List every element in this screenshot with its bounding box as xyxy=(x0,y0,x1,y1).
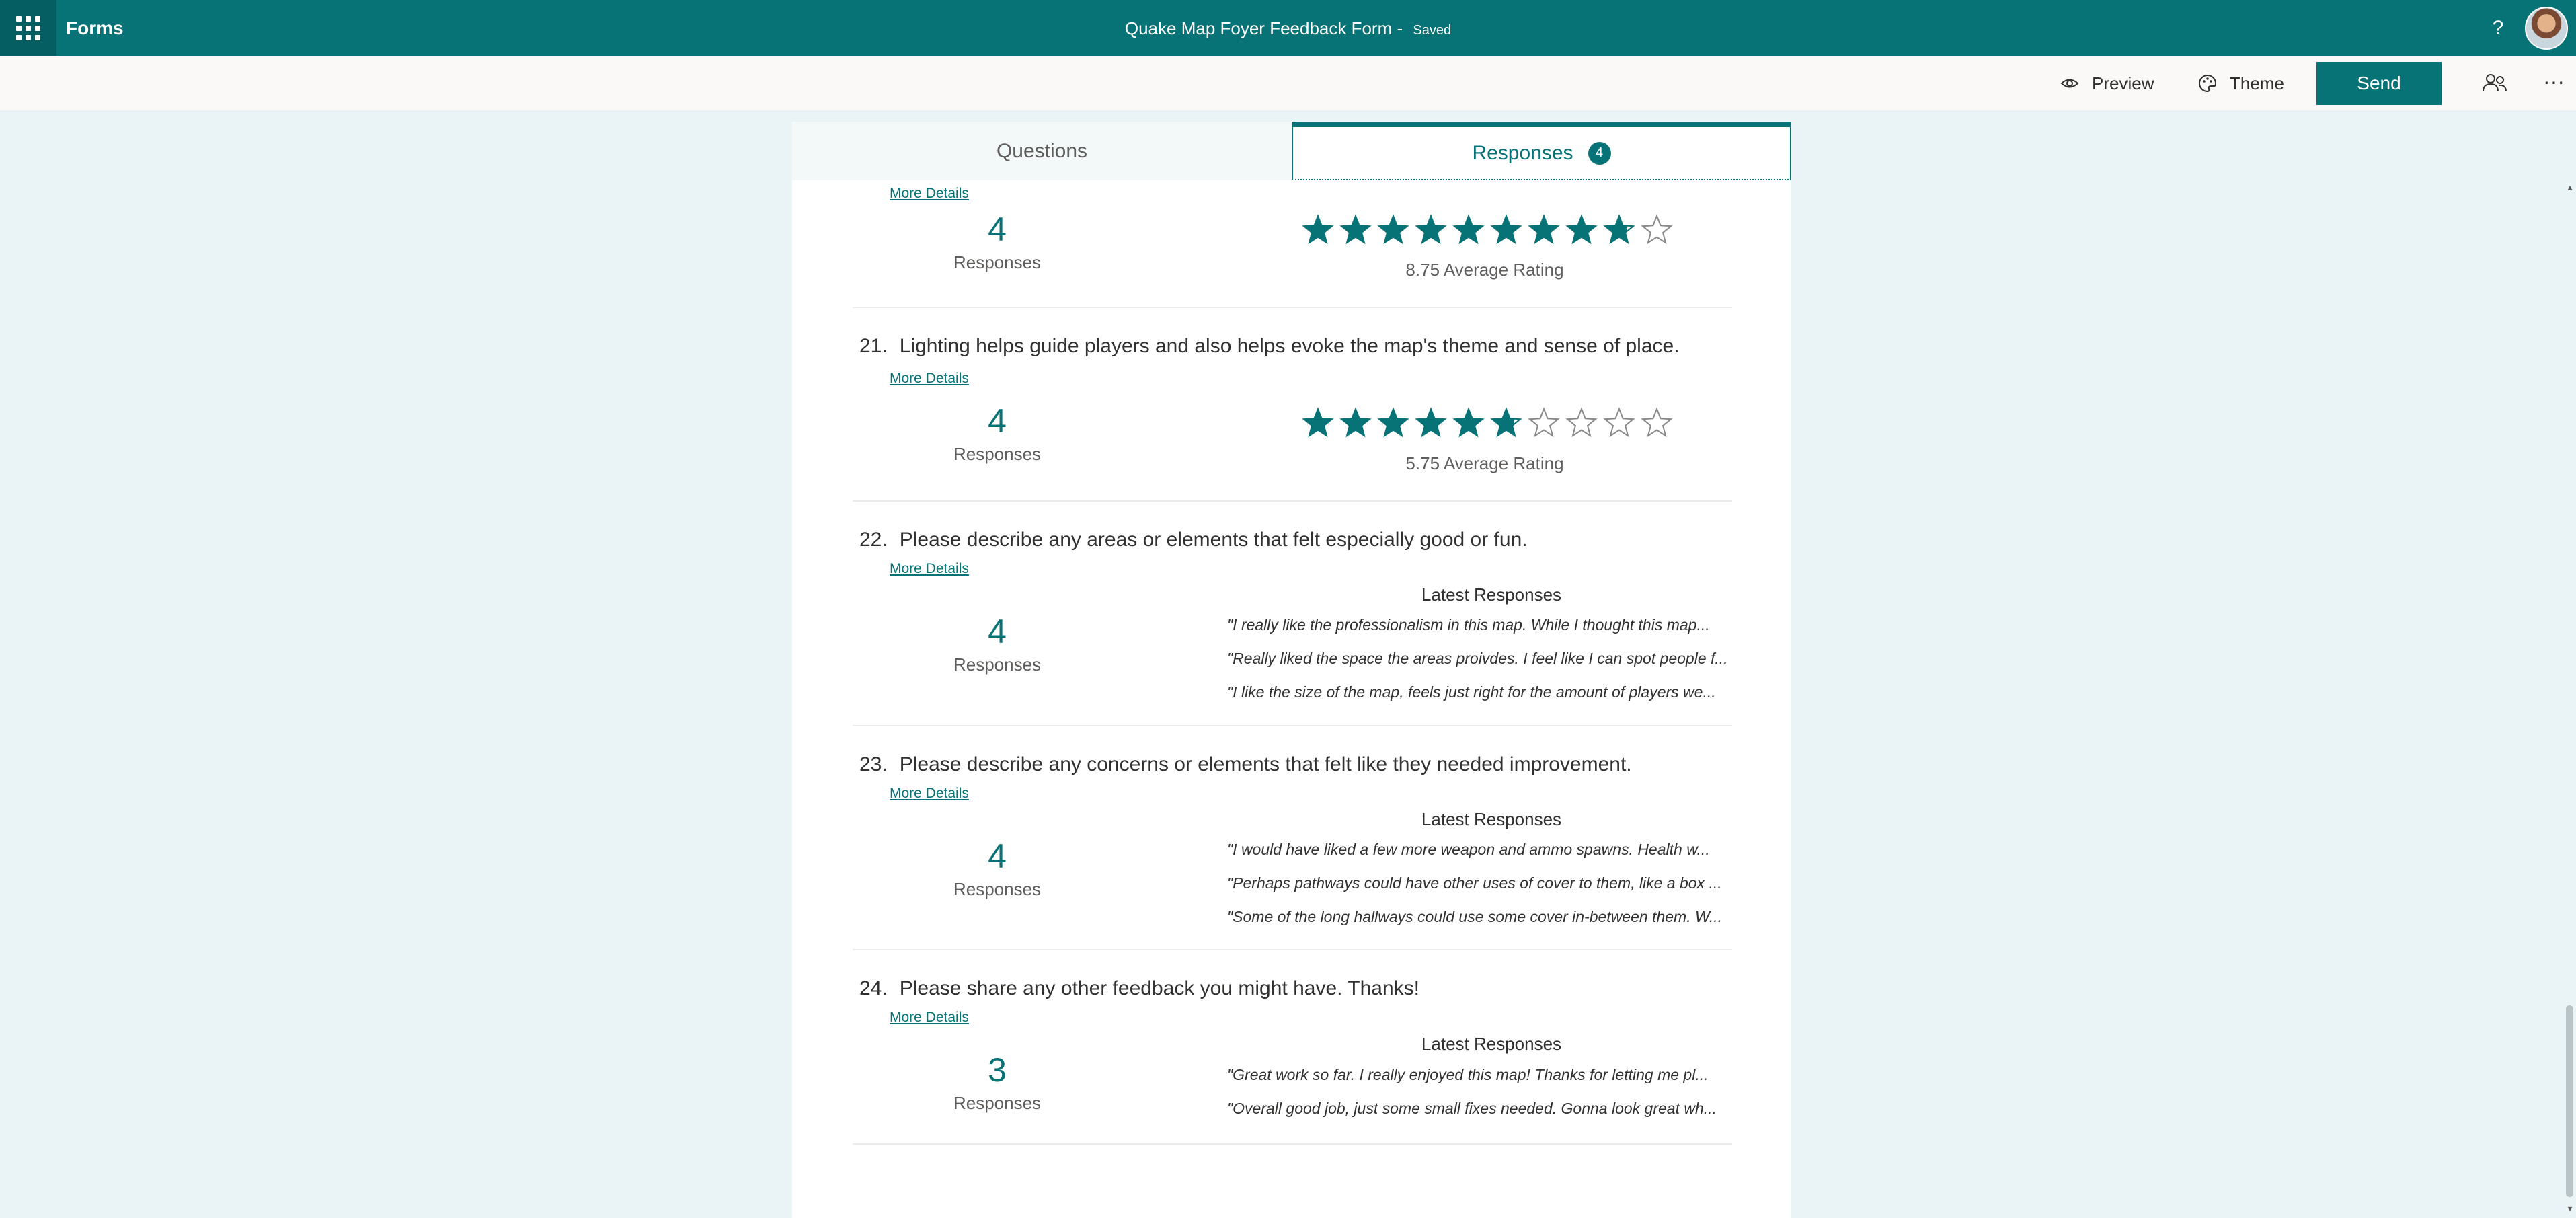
latest-response-item[interactable]: "I like the size of the map, feels just … xyxy=(1227,683,1738,701)
question-title: 21. Lighting helps guide players and also… xyxy=(859,335,1680,358)
latest-response-item[interactable]: "Some of the long hallways could use som… xyxy=(1227,908,1738,926)
question-block-21: 21. Lighting helps guide players and also… xyxy=(853,308,1732,502)
tab-responses[interactable]: Responses 4 xyxy=(1292,122,1791,180)
response-count-number: 4 xyxy=(988,613,1007,650)
more-details-link[interactable]: More Details xyxy=(890,1010,969,1026)
star-filled-icon xyxy=(1452,214,1485,245)
response-count: 4 Responses xyxy=(900,613,1095,675)
response-count-label: Responses xyxy=(953,1093,1042,1113)
response-count: 4 Responses xyxy=(900,837,1095,900)
theme-button[interactable]: Theme xyxy=(2197,56,2284,110)
latest-responses-header: Latest Responses xyxy=(1421,809,1562,829)
question-text: Please share any other feedback you migh… xyxy=(899,977,1419,999)
star-filled-icon xyxy=(1415,214,1447,245)
latest-responses-header: Latest Responses xyxy=(1421,584,1562,605)
latest-response-item[interactable]: "I would have liked a few more weapon an… xyxy=(1227,841,1738,859)
star-filled-icon xyxy=(1339,407,1372,438)
more-details-link[interactable]: More Details xyxy=(890,371,969,387)
latest-response-item[interactable]: "Great work so far. I really enjoyed thi… xyxy=(1227,1066,1738,1084)
star-filled-icon xyxy=(1377,214,1409,245)
question-number: 22. xyxy=(859,529,888,551)
question-number: 23. xyxy=(859,753,888,775)
response-count-number: 4 xyxy=(988,837,1007,875)
tab-questions[interactable]: Questions xyxy=(792,122,1292,180)
tab-bar: Questions Responses 4 xyxy=(792,122,1791,180)
tab-responses-label: Responses xyxy=(1472,141,1573,164)
question-text: Please describe any areas or elements th… xyxy=(899,529,1528,551)
more-options-icon[interactable]: ··· xyxy=(2543,71,2570,96)
question-title: 24. Please share any other feedback you m… xyxy=(859,977,1419,1000)
star-filled-icon xyxy=(1377,407,1409,438)
tab-questions-label: Questions xyxy=(996,139,1088,162)
form-title-text[interactable]: Quake Map Foyer Feedback Form xyxy=(1125,18,1392,38)
preview-label: Preview xyxy=(2092,73,2154,93)
question-title: 23. Please describe any concerns or eleme… xyxy=(859,753,1632,776)
star-half-icon xyxy=(1603,214,1635,245)
more-details-link[interactable]: More Details xyxy=(890,786,969,802)
form-title: Quake Map Foyer Feedback Form - Saved xyxy=(1124,18,1452,38)
question-block-22: 22. Please describe any areas or elements… xyxy=(853,502,1732,726)
star-filled-icon xyxy=(1339,214,1372,245)
scroll-down-icon[interactable]: ▾ xyxy=(2565,1203,2575,1213)
question-title: 22. Please describe any areas or elements… xyxy=(859,529,1528,551)
help-icon[interactable]: ? xyxy=(2485,15,2511,42)
star-filled-icon xyxy=(1302,214,1334,245)
collaborate-icon[interactable] xyxy=(2481,71,2508,96)
question-text: Lighting helps guide players and also he… xyxy=(899,335,1680,357)
top-header-bar: Forms Quake Map Foyer Feedback Form - Sa… xyxy=(0,0,2576,56)
theme-label: Theme xyxy=(2230,73,2284,93)
response-count-label: Responses xyxy=(953,444,1042,464)
latest-response-item[interactable]: "Perhaps pathways could have other uses … xyxy=(1227,874,1738,892)
question-block-23: 23. Please describe any concerns or eleme… xyxy=(853,726,1732,950)
eye-icon xyxy=(2060,79,2079,88)
star-empty-icon xyxy=(1641,214,1673,245)
response-count: 4 Responses xyxy=(900,402,1095,465)
preview-button[interactable]: Preview xyxy=(2060,56,2154,110)
star-filled-icon xyxy=(1490,214,1522,245)
response-count-number: 4 xyxy=(988,402,1007,440)
star-filled-icon xyxy=(1528,214,1560,245)
star-filled-icon xyxy=(1302,407,1334,438)
average-rating: 8.75 Average Rating xyxy=(1405,260,1564,280)
responses-card: Questions Responses 4 More Details 4 Res… xyxy=(792,122,1791,1218)
more-details-link[interactable]: More Details xyxy=(890,186,969,202)
response-count-number: 3 xyxy=(988,1051,1007,1089)
star-empty-icon xyxy=(1603,407,1635,438)
question-number: 24. xyxy=(859,977,888,999)
latest-response-item[interactable]: "Really liked the space the areas proivd… xyxy=(1227,650,1738,668)
latest-response-item[interactable]: "Overall good job, just some small fixes… xyxy=(1227,1100,1738,1118)
latest-responses-header: Latest Responses xyxy=(1421,1034,1562,1054)
response-count-number: 4 xyxy=(988,211,1007,248)
question-block-24: 24. Please share any other feedback you m… xyxy=(853,950,1732,1145)
save-status: Saved xyxy=(1413,23,1452,38)
star-filled-icon xyxy=(1452,407,1485,438)
star-empty-icon xyxy=(1528,407,1560,438)
response-count-label: Responses xyxy=(953,252,1042,272)
rating-stars xyxy=(1302,407,1673,439)
star-empty-icon xyxy=(1641,407,1673,438)
response-count-label: Responses xyxy=(953,654,1042,675)
star-filled-icon xyxy=(1565,214,1598,245)
star-half-icon xyxy=(1490,407,1522,438)
latest-response-item[interactable]: "I really like the professionalism in th… xyxy=(1227,616,1738,634)
response-count-label: Responses xyxy=(953,879,1042,899)
question-text: Please describe any concerns or elements… xyxy=(899,753,1632,775)
send-button[interactable]: Send xyxy=(2316,62,2442,105)
command-bar: Preview Theme Send ··· xyxy=(0,56,2576,110)
responses-count-badge: 4 xyxy=(1588,141,1611,165)
average-rating: 5.75 Average Rating xyxy=(1405,453,1564,473)
scrollbar-thumb[interactable] xyxy=(2566,1005,2573,1197)
question-block-20: More Details 4 Responses 8.75 Average Ra… xyxy=(853,180,1732,308)
star-filled-icon xyxy=(1415,407,1447,438)
rating-stars xyxy=(1302,214,1673,246)
response-count: 4 Responses xyxy=(900,211,1095,273)
response-count: 3 Responses xyxy=(900,1051,1095,1114)
question-number: 21. xyxy=(859,335,888,357)
palette-icon xyxy=(2199,74,2217,93)
more-details-link[interactable]: More Details xyxy=(890,561,969,577)
scroll-up-icon[interactable]: ▴ xyxy=(2565,182,2575,192)
avatar[interactable] xyxy=(2525,7,2568,50)
star-empty-icon xyxy=(1565,407,1598,438)
